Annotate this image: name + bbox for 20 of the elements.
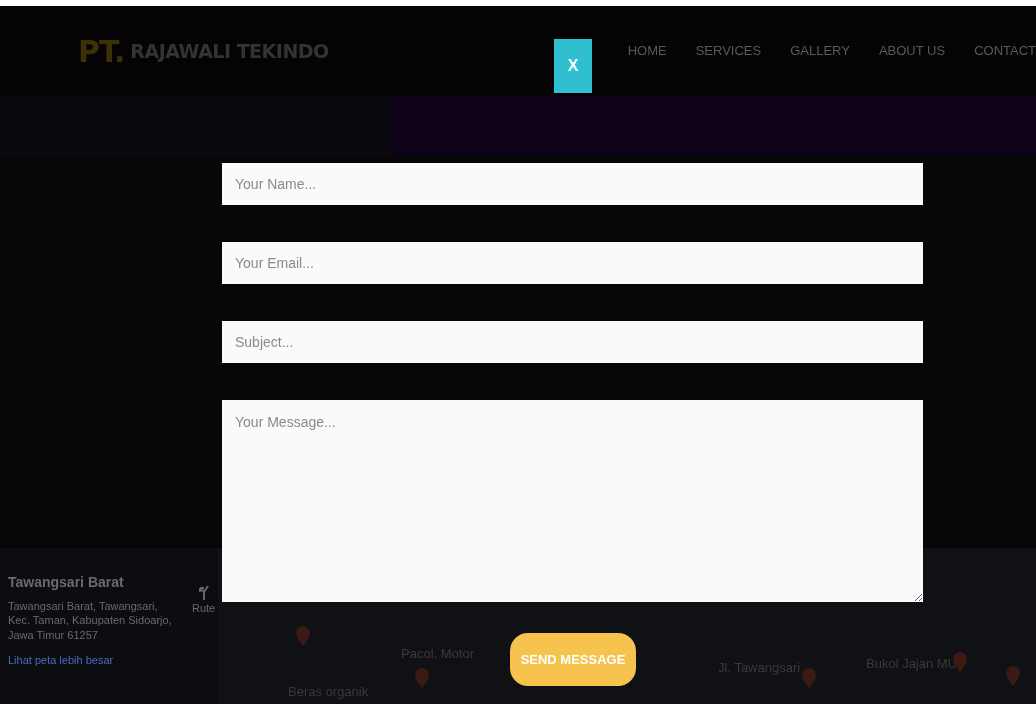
map-pin-icon <box>296 626 310 646</box>
nav-link[interactable]: ABOUT US <box>878 41 946 61</box>
place-title: Tawangsari Barat <box>8 573 124 592</box>
close-button[interactable]: X <box>554 39 592 93</box>
map-pin-icon <box>1006 666 1020 686</box>
place-address: Tawangsari Barat, Tawangsari, Kec. Taman, Kabupaten Sidoarjo, Jawa Timur 61257 <box>8 599 173 642</box>
nav-link[interactable]: GALLERY <box>790 41 850 61</box>
directions-link[interactable]: Rute <box>192 584 216 617</box>
map-pin-icon <box>802 668 816 688</box>
text-field[interactable]: Your Name... <box>222 163 923 205</box>
text-field[interactable]: Subject... <box>222 321 923 363</box>
send-message-button[interactable]: SEND MESSAGE <box>510 633 636 686</box>
nav-link[interactable]: CONTACT <box>974 41 1036 61</box>
directions-icon <box>197 584 210 600</box>
text-field[interactable]: Your Email... <box>222 242 923 284</box>
larger-map-link[interactable]: Lihat peta lebih besar <box>8 651 114 669</box>
nav-link[interactable]: SERVICES <box>695 41 762 61</box>
map-pin-icon <box>415 668 429 688</box>
nav-link[interactable]: HOME <box>627 41 667 61</box>
message-field[interactable]: Your Message... <box>222 400 923 602</box>
